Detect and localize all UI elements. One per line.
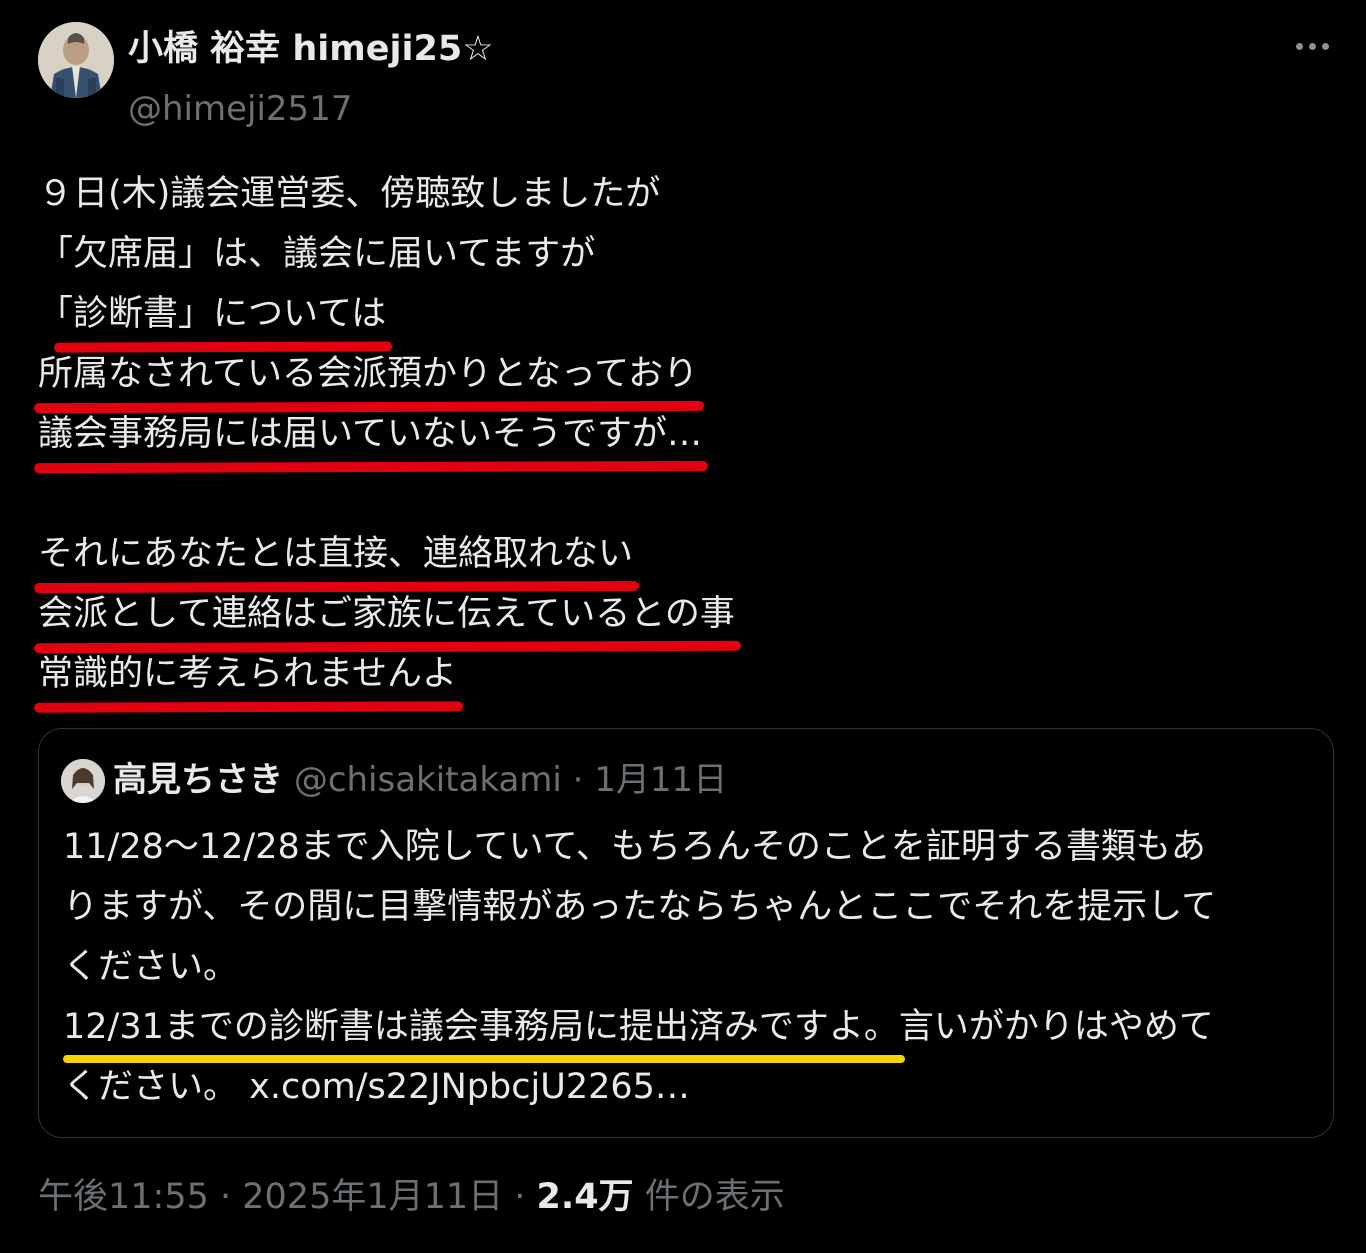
author-display-name[interactable]: 小橋 裕幸 himeji25☆ (128, 26, 494, 72)
quoted-line: 12/31までの診断書は議会事務局に提出済みですよ。 言いがかりはやめて (63, 997, 1313, 1063)
post-text: ９日(木)議会運営委、傍聴致しましたが 「欠席届」は、議会に届いてますが 「診断… (33, 164, 1318, 713)
underlined-text: 議会事務局には届いていないそうですが… (33, 404, 708, 474)
more-horizontal-icon-dot (1321, 42, 1329, 50)
post-date[interactable]: 2025年1月11日 (242, 1177, 503, 1217)
quoted-separator: · (572, 760, 584, 800)
quoted-author-handle[interactable]: @chisakitakami (294, 760, 562, 800)
meta-separator: · (503, 1177, 537, 1217)
post-line: それにあなたとは直接、連絡取れない (33, 524, 1318, 594)
quoted-line: りますが、その間に目撃情報があったならちゃんとここでそれを提示して (63, 887, 1217, 927)
quoted-author-name[interactable]: 高見ちさき (113, 760, 283, 800)
underlined-text: 会派として連絡はご家族に伝えているとの事 (33, 584, 741, 654)
underlined-text: 所属なされている会派預かりとなっており (33, 344, 705, 414)
highlighted-text: 12/31までの診断書は議会事務局に提出済みですよ。 (63, 997, 905, 1063)
views-count[interactable]: 2.4万 (537, 1177, 634, 1217)
views-label: 件の表示 (633, 1177, 785, 1217)
quoted-line: ください。 (63, 947, 239, 987)
red-underline (33, 701, 463, 713)
underlined-text: 「診断書」については (38, 284, 393, 353)
underlined-text: それにあなたとは直接、連絡取れない (33, 524, 640, 594)
tweet: 小橋 裕幸 himeji25☆ @himeji2517 ９日(木)議会運営委、傍… (0, 0, 1366, 1253)
quoted-link[interactable]: x.com/s22JNpbcjU2265… (249, 1067, 690, 1107)
quoted-post-date[interactable]: 1月11日 (594, 760, 727, 800)
meta-separator: · (208, 1177, 243, 1217)
author-handle[interactable]: @himeji2517 (128, 86, 352, 132)
post-line: ９日(木)議会運営委、傍聴致しましたが (38, 174, 661, 214)
post-time[interactable]: 午後11:55 (38, 1177, 209, 1217)
post-line: 会派として連絡はご家族に伝えているとの事 (33, 584, 1318, 654)
quoted-post-card[interactable]: 高見ちさき @chisakitakami · 1月11日 11/28～12/28… (38, 728, 1334, 1138)
quoted-line: 11/28～12/28まで入院していて、もちろんそのことを証明する書類もあ (63, 827, 1206, 867)
quoted-author-avatar[interactable] (61, 759, 105, 803)
quoted-line: ください。 x.com/s22JNpbcjU2265… (63, 1057, 1313, 1117)
post-line: 「診断書」については (38, 284, 1318, 353)
underlined-text: 常識的に考えられませんよ (33, 644, 463, 713)
post-line: 所属なされている会派預かりとなっており (33, 344, 1318, 414)
post-line: 常識的に考えられませんよ (33, 644, 1318, 713)
post-line: 議会事務局には届いていないそうですが… (33, 404, 1318, 474)
more-horizontal-icon-dot (1308, 42, 1316, 50)
more-horizontal-icon (1295, 42, 1303, 50)
quoted-line-text: ください。 (63, 1067, 250, 1107)
quoted-post-header: 高見ちさき @chisakitakami · 1月11日 (113, 755, 727, 805)
more-options-button[interactable] (1284, 28, 1340, 64)
quoted-post-text: 11/28～12/28まで入院していて、もちろんそのことを証明する書類もあ りま… (63, 817, 1313, 1117)
post-line-blank (38, 464, 1318, 524)
post-line: 「欠席届」は、議会に届いてますが (38, 234, 596, 274)
quoted-line-rest: 言いがかりはやめて (898, 1007, 1214, 1047)
author-avatar[interactable] (38, 22, 114, 98)
post-metadata: 午後11:55 · 2025年1月11日 · 2.4万 件の表示 (38, 1172, 785, 1222)
